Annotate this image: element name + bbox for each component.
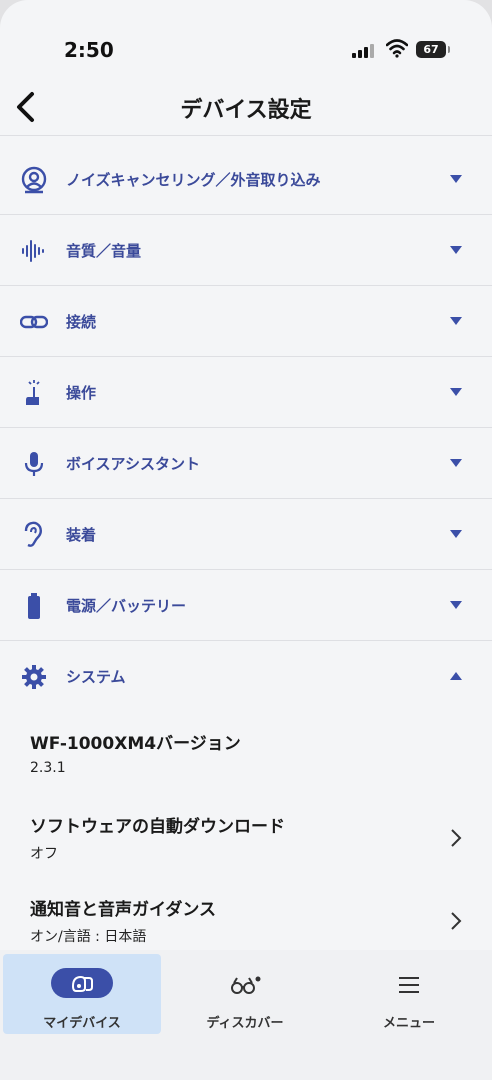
menu-row-noise-canceling[interactable]: ノイズキャンセリング／外音取り込み bbox=[0, 144, 492, 215]
sound-wave-icon bbox=[22, 240, 44, 262]
item-value: 2.3.1 bbox=[30, 760, 66, 776]
person-ambient-icon bbox=[21, 166, 47, 194]
status-bar: 2:50 67 bbox=[0, 0, 492, 78]
menu-row-wearing[interactable]: 装着 bbox=[0, 499, 492, 570]
system-item-version: WF-1000XM4バージョン 2.3.1 bbox=[0, 729, 492, 809]
tab-label: メニュー bbox=[382, 1016, 435, 1031]
menu-label: 接続 bbox=[66, 313, 97, 331]
bottom-tab-bar: マイデバイス ディスカバー メニュー bbox=[0, 950, 492, 1080]
microphone-icon bbox=[24, 452, 44, 476]
nav-bar: デバイス設定 bbox=[0, 78, 492, 136]
chevron-down-icon bbox=[450, 246, 462, 254]
battery-icon bbox=[28, 593, 40, 619]
tab-label: ディスカバー bbox=[206, 1016, 284, 1031]
menu-row-sound-quality[interactable]: 音質／音量 bbox=[0, 215, 492, 286]
signal-icon bbox=[352, 42, 378, 58]
menu-label: システム bbox=[66, 668, 126, 686]
menu-label: 装着 bbox=[66, 526, 97, 544]
chevron-right-icon bbox=[451, 912, 462, 930]
chevron-down-icon bbox=[450, 601, 462, 609]
earbuds-icon bbox=[51, 968, 113, 998]
item-title: WF-1000XM4バージョン bbox=[30, 734, 241, 754]
chevron-down-icon bbox=[450, 388, 462, 396]
menu-label: 電源／バッテリー bbox=[66, 597, 187, 615]
menu-label: ノイズキャンセリング／外音取り込み bbox=[66, 171, 321, 189]
chevron-down-icon bbox=[450, 459, 462, 467]
item-value: オン/言語 : 日本語 bbox=[30, 929, 147, 945]
system-item-auto-download[interactable]: ソフトウェアの自動ダウンロード オフ bbox=[0, 812, 492, 892]
touch-icon bbox=[26, 380, 40, 405]
gear-icon bbox=[22, 665, 46, 689]
menu-row-operation[interactable]: 操作 bbox=[0, 357, 492, 428]
ear-icon bbox=[24, 521, 42, 547]
menu-label: 操作 bbox=[66, 384, 97, 402]
link-icon bbox=[20, 315, 48, 329]
status-time: 2:50 bbox=[64, 38, 114, 62]
menu-row-connection[interactable]: 接続 bbox=[0, 286, 492, 357]
battery-indicator: 67 bbox=[416, 41, 450, 58]
wifi-icon bbox=[386, 39, 408, 58]
item-value: オフ bbox=[30, 846, 58, 862]
chevron-down-icon bbox=[450, 175, 462, 183]
tab-my-device[interactable]: マイデバイス bbox=[3, 954, 161, 1034]
item-title: ソフトウェアの自動ダウンロード bbox=[30, 817, 285, 837]
item-title: 通知音と音声ガイダンス bbox=[30, 900, 216, 920]
hamburger-icon bbox=[399, 977, 419, 993]
tab-menu[interactable]: メニュー bbox=[330, 954, 488, 1034]
tab-discover[interactable]: ディスカバー bbox=[166, 954, 324, 1034]
chevron-up-icon bbox=[450, 672, 462, 680]
app-screen: 2:50 67 デバイス設定 ノイズキャンセリング／外音取り込み 音質／音量 接… bbox=[0, 0, 492, 1080]
chevron-down-icon bbox=[450, 317, 462, 325]
menu-label: ボイスアシスタント bbox=[66, 455, 200, 473]
menu-label: 音質／音量 bbox=[66, 242, 142, 260]
chevron-down-icon bbox=[450, 530, 462, 538]
tab-label: マイデバイス bbox=[43, 1016, 121, 1031]
page-title: デバイス設定 bbox=[180, 98, 312, 123]
menu-row-voice-assistant[interactable]: ボイスアシスタント bbox=[0, 428, 492, 499]
menu-row-system[interactable]: システム bbox=[0, 641, 492, 712]
menu-row-power-battery[interactable]: 電源／バッテリー bbox=[0, 570, 492, 641]
binoculars-icon bbox=[231, 976, 261, 994]
chevron-right-icon bbox=[451, 829, 462, 847]
